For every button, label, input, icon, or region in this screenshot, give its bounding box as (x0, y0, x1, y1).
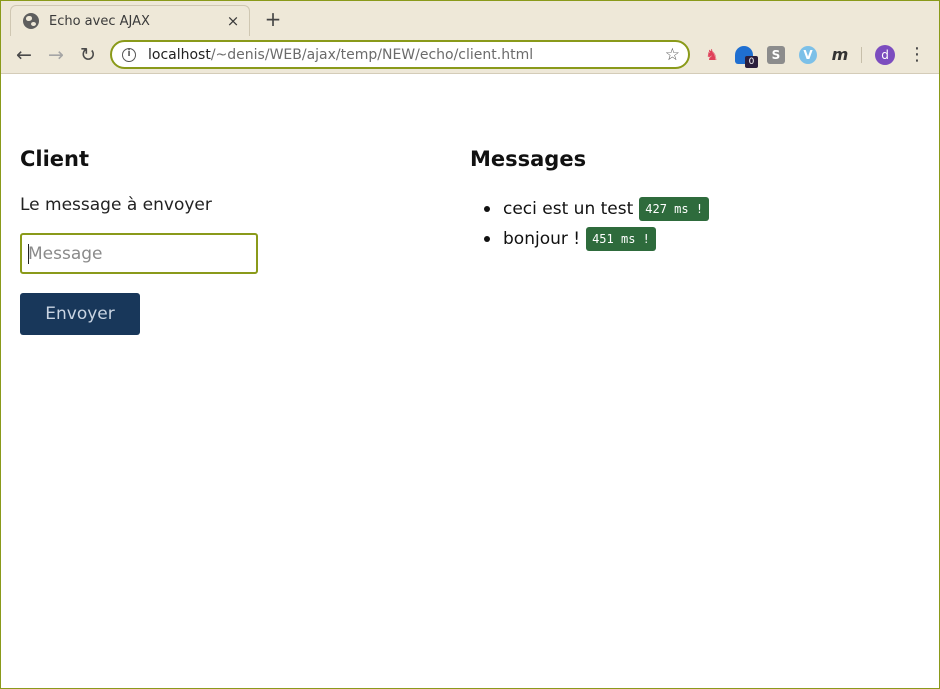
message-text: bonjour ! (503, 229, 581, 249)
extension-badge: 0 (745, 56, 758, 68)
extension-s-icon[interactable]: S (767, 46, 785, 64)
url-text[interactable]: localhost/~denis/WEB/ajax/temp/NEW/echo/… (148, 47, 665, 63)
latency-badge: 451 ms ! (586, 227, 656, 251)
profile-avatar[interactable]: d (875, 45, 895, 65)
browser-window: Echo avec AJAX × + ← → ↻ i localhost/~de… (1, 1, 939, 688)
browser-menu-icon[interactable]: ⋮ (908, 45, 926, 65)
forward-arrow-icon[interactable]: → (42, 41, 70, 69)
url-host: localhost (148, 46, 211, 63)
site-info-icon[interactable]: i (122, 47, 136, 62)
globe-icon (23, 13, 39, 29)
page-content: Client Le message à envoyer Envoyer Mess… (1, 74, 939, 688)
bookmark-star-icon[interactable]: ☆ (665, 45, 680, 65)
message-item: bonjour ! 451 ms ! (470, 224, 709, 254)
tab-echo-avec-ajax[interactable]: Echo avec AJAX × (10, 5, 250, 36)
toolbar-divider (861, 47, 862, 63)
message-label: Le message à envoyer (20, 195, 212, 215)
back-arrow-icon[interactable]: ← (10, 41, 38, 69)
url-path: /~denis/WEB/ajax/temp/NEW/echo/client.ht… (210, 46, 534, 63)
extension-v-icon[interactable]: V (799, 46, 817, 64)
message-input[interactable] (20, 233, 258, 274)
messages-heading: Messages (470, 147, 587, 171)
extension-pink-icon[interactable]: ♞ (703, 46, 721, 64)
tab-strip: Echo avec AJAX × + (1, 1, 939, 36)
message-text: ceci est un test (503, 199, 634, 219)
send-button[interactable]: Envoyer (20, 293, 140, 335)
client-heading: Client (20, 147, 90, 171)
close-tab-icon[interactable]: × (225, 12, 241, 30)
messages-list: ceci est un test 427 ms ! bonjour ! 451 … (470, 194, 710, 254)
new-tab-button[interactable]: + (261, 7, 285, 31)
browser-toolbar: ← → ↻ i localhost/~denis/WEB/ajax/temp/N… (1, 36, 939, 74)
text-caret (28, 244, 29, 264)
reload-icon[interactable]: ↻ (74, 41, 102, 69)
latency-badge: 427 ms ! (639, 197, 710, 221)
message-item: ceci est un test 427 ms ! (470, 194, 710, 224)
tab-title: Echo avec AJAX (49, 13, 150, 29)
address-bar[interactable]: i localhost/~denis/WEB/ajax/temp/NEW/ech… (110, 40, 690, 69)
extension-m-icon[interactable]: m (831, 46, 849, 64)
